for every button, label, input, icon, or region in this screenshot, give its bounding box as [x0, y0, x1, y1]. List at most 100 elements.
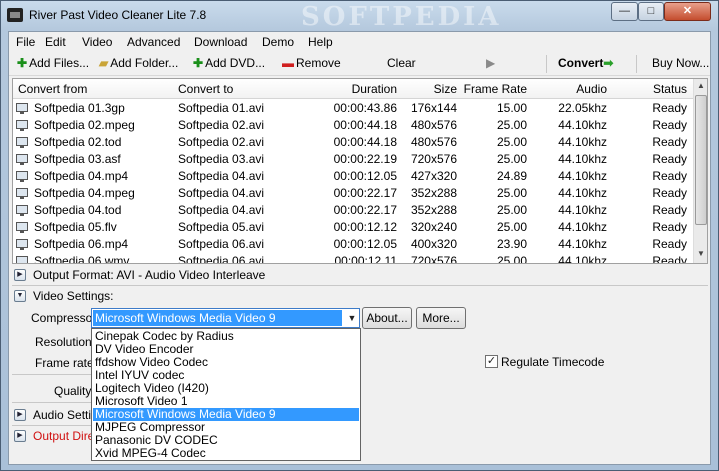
- cell-convert-to: Softpedia 06.avi: [178, 254, 265, 264]
- menu-download[interactable]: Download: [194, 35, 247, 49]
- compressor-dropdown-list[interactable]: Cinepak Codec by Radius DV Video Encoder f…: [91, 328, 361, 461]
- quality-label: Quality:: [54, 384, 95, 398]
- cell-convert-from: Softpedia 04.mpeg: [34, 186, 135, 200]
- table-row[interactable]: Softpedia 04.mpeg Softpedia 04.avi 00:00:2…: [13, 185, 693, 202]
- cell-frame-rate: 25.00: [496, 220, 527, 234]
- audio-settings-label: Audio Setti: [33, 408, 92, 422]
- table-row[interactable]: Softpedia 06.mp4 Softpedia 06.avi 00:00:12…: [13, 236, 693, 253]
- buy-now-button[interactable]: Buy Now...: [652, 56, 709, 70]
- dropdown-option[interactable]: Xvid MPEG-4 Codec: [93, 447, 359, 460]
- dropdown-arrow-icon[interactable]: ▼: [344, 309, 360, 327]
- scroll-up-arrow-icon[interactable]: ▲: [694, 79, 707, 93]
- cell-convert-from: Softpedia 02.tod: [34, 135, 122, 149]
- col-status[interactable]: Status: [623, 82, 687, 96]
- col-size[interactable]: Size: [408, 82, 457, 96]
- cell-size: 480x576: [410, 135, 457, 149]
- table-row[interactable]: Softpedia 04.mp4 Softpedia 04.avi 00:00:12…: [13, 168, 693, 185]
- cell-duration: 00:00:12.11: [334, 254, 397, 264]
- regulate-timecode-checkbox[interactable]: ✓: [485, 355, 498, 368]
- cell-convert-from: Softpedia 03.asf: [34, 152, 121, 166]
- divider: [12, 402, 92, 403]
- collapse-arrow-icon[interactable]: ▼: [14, 290, 26, 302]
- list-vertical-scrollbar[interactable]: ▲ ▼: [693, 79, 707, 263]
- expand-arrow-icon[interactable]: ▶: [14, 269, 26, 281]
- cell-audio: 44.10khz: [558, 237, 607, 251]
- scroll-down-arrow-icon[interactable]: ▼: [694, 247, 707, 261]
- cell-size: 720x576: [410, 152, 457, 166]
- maximize-button[interactable]: □: [638, 2, 664, 21]
- cell-status: Ready: [652, 169, 687, 183]
- regulate-timecode-label[interactable]: Regulate Timecode: [501, 355, 604, 369]
- compressor-value: Microsoft Windows Media Video 9: [93, 310, 342, 326]
- cell-status: Ready: [652, 254, 687, 264]
- output-format-section[interactable]: ▶ Output Format: AVI - Audio Video Inter…: [12, 266, 708, 284]
- menu-video[interactable]: Video: [82, 35, 112, 49]
- compressor-select[interactable]: Microsoft Windows Media Video 9 ▼: [91, 308, 360, 328]
- cell-size: 320x240: [410, 220, 457, 234]
- window-title: River Past Video Cleaner Lite 7.8: [29, 8, 207, 22]
- menu-bar: File Edit Video Advanced Download Demo H…: [9, 32, 710, 52]
- toolbar: ✚ Add Files... ▰ Add Folder... ✚ Add DVD...…: [9, 52, 710, 76]
- play-icon[interactable]: ▶: [486, 56, 495, 70]
- app-icon: [7, 8, 23, 22]
- menu-advanced[interactable]: Advanced: [127, 35, 180, 49]
- cell-frame-rate: 25.00: [496, 118, 527, 132]
- compressor-label: Compressor:: [31, 311, 100, 325]
- table-row[interactable]: Softpedia 06.wmv Softpedia 06.avi 00:00:12…: [13, 253, 693, 264]
- col-convert-to[interactable]: Convert to: [178, 82, 233, 96]
- add-files-button[interactable]: ✚ Add Files...: [17, 56, 89, 70]
- cell-size: 176x144: [410, 101, 457, 115]
- cell-convert-from: Softpedia 02.mpeg: [34, 118, 135, 132]
- about-button[interactable]: About...: [362, 307, 412, 329]
- cell-duration: 00:00:22.17: [333, 203, 397, 217]
- convert-button[interactable]: Convert➡: [558, 56, 613, 70]
- cell-convert-to: Softpedia 03.avi: [178, 152, 265, 166]
- expand-arrow-icon[interactable]: ▶: [14, 430, 26, 442]
- col-convert-from[interactable]: Convert from: [18, 82, 87, 96]
- scroll-thumb[interactable]: [695, 95, 707, 225]
- cell-audio: 44.10khz: [558, 169, 607, 183]
- cell-convert-from: Softpedia 01.3gp: [34, 101, 125, 115]
- plus-icon: ✚: [193, 56, 204, 70]
- convert-label: Convert: [558, 56, 604, 70]
- cell-duration: 00:00:44.18: [333, 135, 397, 149]
- table-row[interactable]: Softpedia 01.3gp Softpedia 01.avi 00:00:43…: [13, 100, 693, 117]
- col-audio[interactable]: Audio: [543, 82, 607, 96]
- cell-status: Ready: [652, 101, 687, 115]
- cell-audio: 44.10khz: [558, 254, 607, 264]
- minimize-button[interactable]: —: [611, 2, 638, 21]
- output-directory-label: Output Dire: [33, 429, 95, 443]
- list-header: Convert from Convert to Duration Size Fr…: [13, 79, 693, 99]
- cell-duration: 00:00:12.12: [333, 220, 397, 234]
- folder-icon: ▰: [99, 56, 109, 70]
- menu-edit[interactable]: Edit: [45, 35, 66, 49]
- menu-help[interactable]: Help: [308, 35, 333, 49]
- table-row[interactable]: Softpedia 04.tod Softpedia 04.avi 00:00:22…: [13, 202, 693, 219]
- client-area: File Edit Video Advanced Download Demo H…: [8, 31, 711, 465]
- table-row[interactable]: Softpedia 02.mpeg Softpedia 02.avi 00:00:4…: [13, 117, 693, 134]
- video-file-icon: [16, 239, 28, 250]
- close-button[interactable]: ✕: [664, 2, 711, 21]
- add-folder-button[interactable]: ▰ Add Folder...: [99, 56, 178, 70]
- table-row[interactable]: Softpedia 03.asf Softpedia 03.avi 00:00:22…: [13, 151, 693, 168]
- video-file-icon: [16, 188, 28, 199]
- video-file-icon: [16, 222, 28, 233]
- menu-demo[interactable]: Demo: [262, 35, 294, 49]
- divider: [12, 285, 708, 286]
- title-bar[interactable]: River Past Video Cleaner Lite 7.8 SOFTPE…: [1, 1, 718, 32]
- cell-convert-from: Softpedia 04.mp4: [34, 169, 129, 183]
- col-duration[interactable]: Duration: [328, 82, 397, 96]
- video-settings-section[interactable]: ▼ Video Settings:: [12, 287, 708, 305]
- table-row[interactable]: Softpedia 05.flv Softpedia 05.avi 00:00:12…: [13, 219, 693, 236]
- expand-arrow-icon[interactable]: ▶: [14, 409, 26, 421]
- remove-button[interactable]: ▬ Remove: [282, 56, 341, 70]
- clear-button[interactable]: Clear: [387, 56, 416, 70]
- add-dvd-button[interactable]: ✚ Add DVD...: [193, 56, 265, 70]
- menu-file[interactable]: File: [16, 35, 35, 49]
- table-row[interactable]: Softpedia 02.tod Softpedia 02.avi 00:00:44…: [13, 134, 693, 151]
- add-files-label: Add Files...: [29, 56, 90, 70]
- more-button[interactable]: More...: [416, 307, 466, 329]
- col-frame-rate[interactable]: Frame Rate: [463, 82, 527, 96]
- plus-icon: ✚: [17, 56, 28, 70]
- conversion-list[interactable]: Convert from Convert to Duration Size Fr…: [12, 78, 708, 264]
